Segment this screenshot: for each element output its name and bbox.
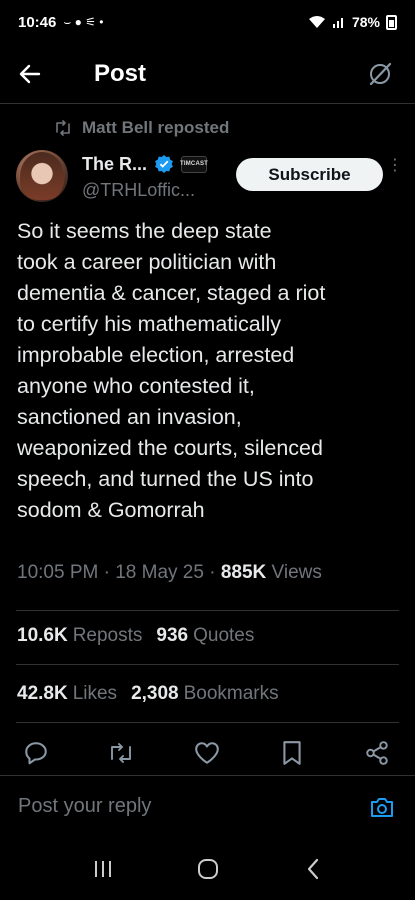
divider [16, 664, 399, 665]
handle[interactable]: @TRHLoffic... [82, 180, 207, 201]
camera-button[interactable] [367, 792, 397, 822]
author-row: The R... TIMCAST @TRHLoffic... Subscribe… [16, 150, 403, 210]
more-icon[interactable]: ⋮ [387, 158, 403, 174]
repost-text: Matt Bell reposted [82, 118, 230, 137]
likes-label: Likes [72, 683, 118, 704]
reposts-quotes-row: 10.6K Reposts 936 Quotes [17, 625, 254, 647]
views-count: 885K [220, 562, 267, 583]
top-bar: Post [0, 44, 415, 104]
reply-bar [0, 775, 415, 837]
bookmarks-label: Bookmarks [183, 683, 279, 704]
views-label: Views [271, 562, 322, 583]
like-icon [194, 742, 219, 764]
reposts-stat[interactable]: 10.6K Reposts [17, 625, 142, 647]
home-icon [197, 859, 218, 879]
back-arrow-icon [19, 64, 41, 83]
repost-indicator[interactable]: Matt Bell reposted [54, 118, 229, 138]
tweet-time: 10:05 PM [17, 562, 99, 583]
affiliate-badge[interactable]: TIMCAST [180, 155, 208, 173]
status-time: 10:46 [18, 13, 57, 31]
signal-icon [332, 18, 343, 28]
display-name[interactable]: The R... [82, 154, 147, 175]
likes-stat[interactable]: 42.8K Likes [17, 683, 117, 705]
tweet-text: So it seems the deep state took a career… [17, 219, 326, 522]
battery-icon [386, 14, 397, 30]
system-back-button[interactable] [293, 849, 333, 889]
action-bar [20, 734, 393, 772]
camera-icon [371, 797, 393, 817]
back-icon [307, 858, 318, 880]
divider [16, 610, 399, 611]
grok-icon [369, 62, 392, 85]
reposts-count: 10.6K [17, 625, 68, 646]
notification-icons: ⌣ ● ⚟ • [63, 14, 104, 29]
quotes-count: 936 [156, 625, 189, 646]
reposts-label: Reposts [72, 625, 143, 646]
system-nav-bar [0, 838, 415, 900]
tweet-meta: 10:05 PM · 18 May 25 · 885K Views [17, 562, 322, 583]
back-button[interactable] [18, 54, 58, 94]
wifi-icon [308, 16, 325, 28]
bookmark-icon [283, 741, 301, 765]
reply-icon [25, 742, 47, 765]
bookmarks-stat[interactable]: 2,308 Bookmarks [131, 683, 279, 705]
quotes-stat[interactable]: 936 Quotes [156, 625, 254, 647]
retweet-button[interactable] [105, 737, 137, 769]
quotes-label: Quotes [193, 625, 255, 646]
retweet-icon [111, 743, 132, 763]
home-button[interactable] [188, 849, 228, 889]
subscribe-button[interactable]: Subscribe [236, 158, 383, 191]
reply-button[interactable] [20, 737, 52, 769]
reply-input[interactable] [18, 795, 367, 818]
divider [16, 722, 399, 723]
bookmark-button[interactable] [276, 737, 308, 769]
bookmarks-count: 2,308 [131, 683, 179, 704]
tweet-date: 18 May 25 [115, 562, 204, 583]
battery-percent: 78% [351, 14, 380, 30]
repost-icon [56, 120, 70, 136]
like-button[interactable] [191, 737, 223, 769]
share-icon [366, 741, 388, 765]
verified-icon [155, 155, 173, 173]
status-bar: 10:46 ⌣ ● ⚟ • 78% [0, 0, 415, 44]
share-button[interactable] [361, 737, 393, 769]
page-title: Post [94, 59, 147, 87]
grok-button[interactable] [363, 57, 397, 91]
recents-button[interactable] [83, 849, 123, 889]
likes-count: 42.8K [17, 683, 68, 704]
avatar[interactable] [16, 150, 68, 202]
likes-bookmarks-row: 42.8K Likes 2,308 Bookmarks [17, 683, 279, 705]
recents-icon [94, 861, 111, 877]
